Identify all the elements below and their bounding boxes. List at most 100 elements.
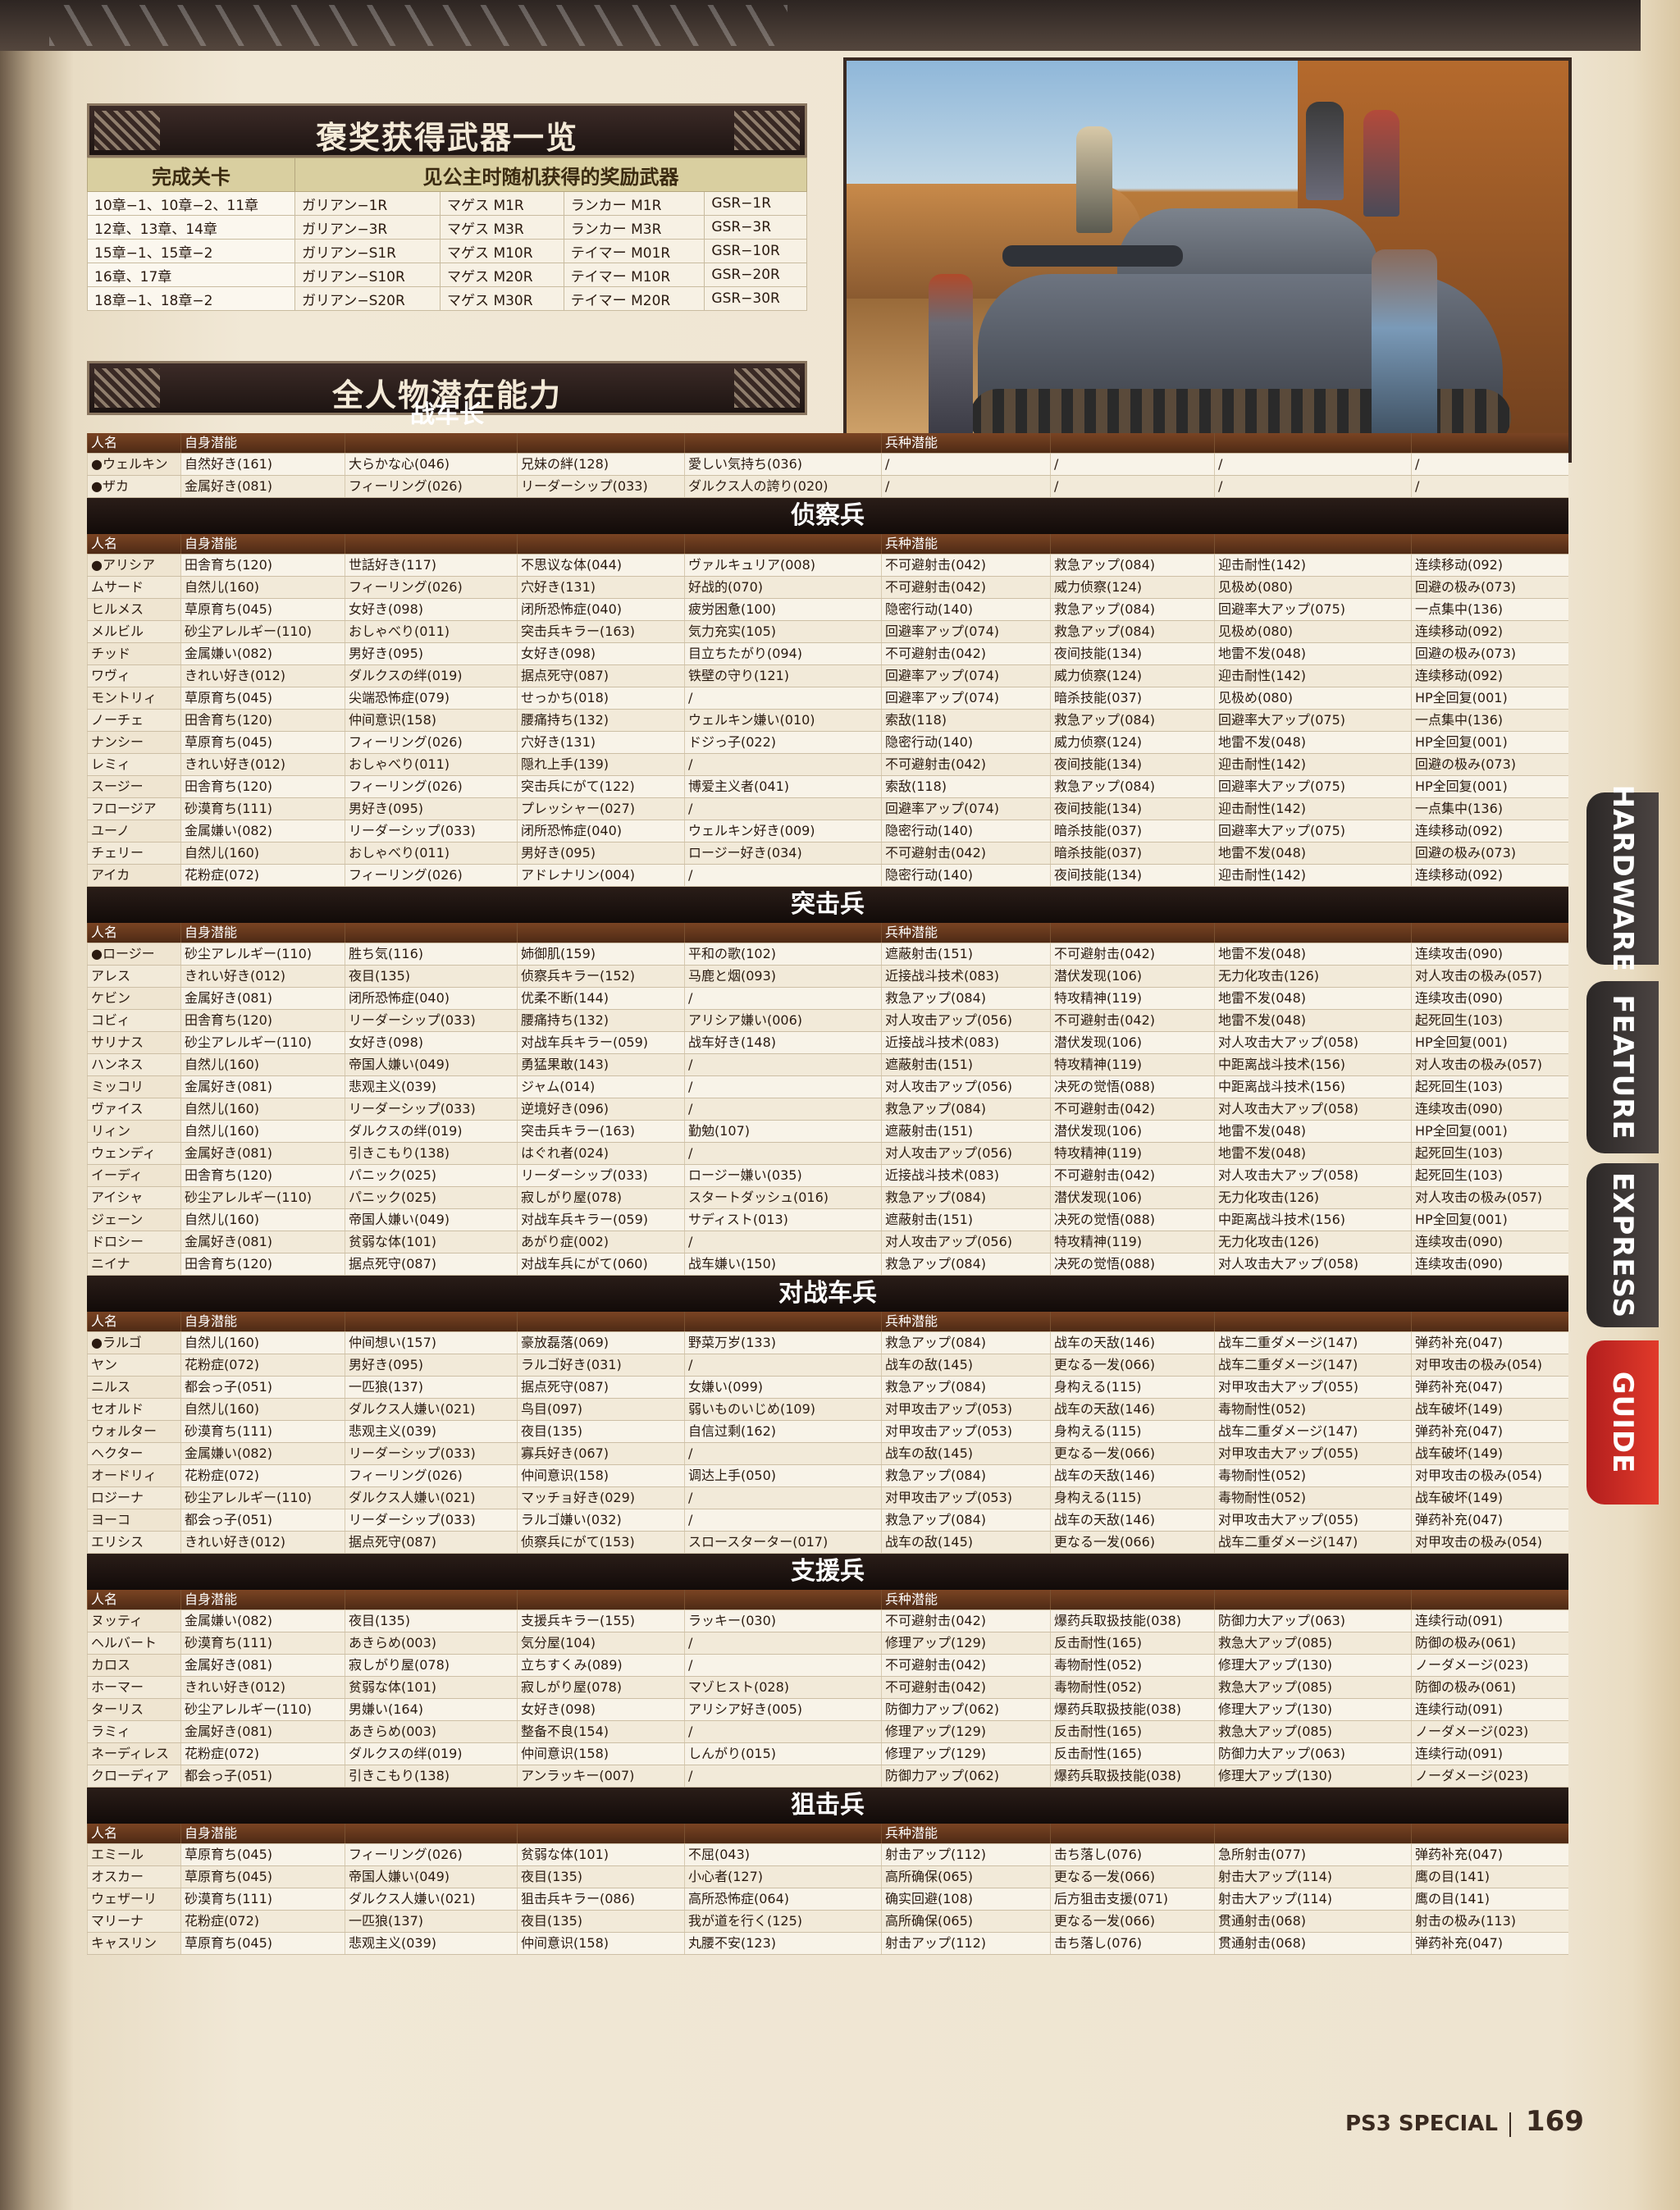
class-potential-cell: 见极め(080) bbox=[1214, 576, 1412, 599]
self-potential-cell: / bbox=[684, 1720, 882, 1743]
self-potential-cell: アリシア好き(005) bbox=[684, 1698, 882, 1721]
self-potential-cell: 侦察兵キラー(152) bbox=[517, 965, 685, 988]
class-potential-cell: 弹药补充(047) bbox=[1411, 1843, 1568, 1866]
class-potential-cell: HP全回复(001) bbox=[1411, 1208, 1568, 1231]
class-potential-cell: 战车の天敌(146) bbox=[1050, 1331, 1215, 1354]
class-potential-cell: 更なる一发(066) bbox=[1050, 1531, 1215, 1554]
character-row: セオルド 自然儿(160) ダルクス人嫌い(021) 鸟目(097) 弱いものいじめ(1… bbox=[87, 1398, 1568, 1421]
self-potential-cell: マッチョ好き(029) bbox=[517, 1486, 685, 1509]
self-potential-cell: 都会っ子(051) bbox=[180, 1765, 345, 1788]
character-row: イーディ 田舎育ち(120) パニック(025) リーダーシップ(033) ロージー嫌い… bbox=[87, 1164, 1568, 1187]
self-potential-cell: 穴好き(131) bbox=[517, 731, 685, 754]
self-potential-cell: / bbox=[684, 1765, 882, 1788]
class-potential-cell: 救急アップ(084) bbox=[881, 1098, 1051, 1121]
character-row: メルビル 砂尘アレルギー(110) おしゃべり(011) 突击兵キラー(163) 気力充… bbox=[87, 620, 1568, 643]
class-table: 人名 自身潜能 兵种潜能 ●ラルゴ 自然儿(160) 仲间想い(157) 豪放磊落(069)… bbox=[87, 1312, 1568, 1554]
self-potential-cell: 金属嫌い(082) bbox=[180, 1610, 345, 1632]
self-potential-cell: あきらめ(003) bbox=[345, 1720, 518, 1743]
class-potential-cell: 不可避射击(042) bbox=[881, 1610, 1051, 1632]
tab-express[interactable]: EXPRESS bbox=[1586, 1163, 1659, 1327]
col-self-header: 自身潜能 bbox=[180, 1312, 345, 1332]
self-potential-cell: 战车好き(148) bbox=[684, 1031, 882, 1054]
self-potential-cell: 突击兵にがて(122) bbox=[517, 775, 685, 798]
class-potential-cell: 反击耐性(165) bbox=[1050, 1742, 1215, 1765]
col-self-header: 自身潜能 bbox=[180, 1824, 345, 1844]
header-cell bbox=[345, 433, 518, 454]
self-potential-cell: 女好き(098) bbox=[517, 1698, 685, 1721]
self-potential-cell: ラルゴ好き(031) bbox=[517, 1354, 685, 1377]
character-name: ●ロージー bbox=[87, 943, 181, 966]
character-name: ロジーナ bbox=[87, 1486, 181, 1509]
character-name: サリナス bbox=[87, 1031, 181, 1054]
self-potential-cell: しんがり(015) bbox=[684, 1742, 882, 1765]
self-potential-cell: 逆境好き(096) bbox=[517, 1098, 685, 1121]
self-potential-cell: 不屈(043) bbox=[684, 1843, 882, 1866]
header-cell bbox=[684, 534, 882, 555]
character-row: ミッコリ 金属好き(081) 悲观主义(039) ジャム(014) / 对人攻击アップ(0… bbox=[87, 1075, 1568, 1098]
self-potential-cell: 砂漠育ち(111) bbox=[180, 1888, 345, 1911]
character-row: カロス 金属好き(081) 寂しがり屋(078) 立ちすくみ(089) / 不可避射击(0… bbox=[87, 1654, 1568, 1677]
col-class-header: 兵种潜能 bbox=[881, 1824, 1051, 1844]
character-name: ヒルメス bbox=[87, 598, 181, 621]
class-potential-cell: 不可避射击(042) bbox=[881, 842, 1051, 865]
class-potential-cell: 爆药兵取扱技能(038) bbox=[1050, 1765, 1215, 1788]
class-potential-cell: 确实回避(108) bbox=[881, 1888, 1051, 1911]
class-potential-cell: 回避の极み(073) bbox=[1411, 842, 1568, 865]
self-potential-cell: 草原育ち(045) bbox=[180, 1843, 345, 1866]
self-potential-cell: 对战车兵にがて(060) bbox=[517, 1253, 685, 1276]
top-banner bbox=[0, 0, 1641, 51]
header-cell bbox=[1411, 923, 1568, 943]
class-potential-cell: 暗杀技能(037) bbox=[1050, 687, 1215, 710]
self-potential-cell: ダルクス人嫌い(021) bbox=[345, 1398, 518, 1421]
character-name: ターリス bbox=[87, 1698, 181, 1721]
self-potential-cell: / bbox=[684, 1098, 882, 1121]
tab-feature[interactable]: FEATURE bbox=[1586, 981, 1659, 1153]
self-potential-cell: 仲间想い(157) bbox=[345, 1331, 518, 1354]
class-potential-cell: 决死の觉悟(088) bbox=[1050, 1253, 1215, 1276]
self-potential-cell: 贫弱な体(101) bbox=[345, 1676, 518, 1699]
character-name: レミィ bbox=[87, 753, 181, 776]
col-name-header: 人名 bbox=[87, 1824, 181, 1844]
tab-guide[interactable]: GUIDE bbox=[1586, 1340, 1659, 1505]
soldier-figure bbox=[1306, 102, 1344, 200]
class-potential-cell: 救急アップ(084) bbox=[1050, 554, 1215, 577]
class-potential-cell: 修理大アップ(130) bbox=[1214, 1698, 1412, 1721]
self-potential-cell: 自然儿(160) bbox=[180, 1120, 345, 1143]
self-potential-cell: / bbox=[684, 1486, 882, 1509]
self-potential-cell: 支援兵キラー(155) bbox=[517, 1610, 685, 1632]
self-potential-cell: 女嫌い(099) bbox=[684, 1376, 882, 1399]
class-potential-cell: 战车の敌(145) bbox=[881, 1442, 1051, 1465]
self-potential-cell: リーダーシップ(033) bbox=[345, 1009, 518, 1032]
class-potential-cell: 对人攻击アップ(056) bbox=[881, 1231, 1051, 1253]
weapon-cell: マゲス M30R bbox=[440, 286, 564, 311]
class-potential-cell: 救急アップ(084) bbox=[881, 1509, 1051, 1532]
class-potential-cell: 对人攻击アップ(056) bbox=[881, 1075, 1051, 1098]
self-potential-cell: パニック(025) bbox=[345, 1186, 518, 1209]
class-potential-cell: 弹药补充(047) bbox=[1411, 1376, 1568, 1399]
self-potential-cell: 寡兵好き(067) bbox=[517, 1442, 685, 1465]
self-potential-cell: 侦察兵にがて(153) bbox=[517, 1531, 685, 1554]
class-potential-cell: 夜间技能(134) bbox=[1050, 753, 1215, 776]
self-potential-cell: 穴好き(131) bbox=[517, 576, 685, 599]
class-potential-cell: 暗杀技能(037) bbox=[1050, 820, 1215, 842]
character-name: ニイナ bbox=[87, 1253, 181, 1276]
class-potential-cell: ノーダメージ(023) bbox=[1411, 1720, 1568, 1743]
class-potential-cell: 隐密行动(140) bbox=[881, 820, 1051, 842]
header-cell bbox=[684, 1312, 882, 1332]
character-row: ヴァイス 自然儿(160) リーダーシップ(033) 逆境好き(096) / 救急アップ(… bbox=[87, 1098, 1568, 1121]
self-potential-cell: / bbox=[684, 1053, 882, 1076]
character-row: リィン 自然儿(160) ダルクスの绊(019) 突击兵キラー(163) 勤勉(107)… bbox=[87, 1120, 1568, 1143]
self-potential-cell: ダルクス人嫌い(021) bbox=[345, 1888, 518, 1911]
character-row: ジェーン 自然儿(160) 帝国人嫌い(049) 对战车兵キラー(059) サディスト(… bbox=[87, 1208, 1568, 1231]
col-class-header: 兵种潜能 bbox=[881, 1312, 1051, 1332]
character-row: ドロシー 金属好き(081) 贫弱な体(101) あがり症(002) / 对人攻击アップ(… bbox=[87, 1231, 1568, 1253]
character-name: ユーノ bbox=[87, 820, 181, 842]
class-potential-cell: 地雷不发(048) bbox=[1214, 987, 1412, 1010]
self-potential-cell: 自然儿(160) bbox=[180, 576, 345, 599]
class-potential-cell: 隐密行动(140) bbox=[881, 864, 1051, 887]
self-potential-cell: あきらめ(003) bbox=[345, 1632, 518, 1655]
class-tables: 战车长 人名 自身潜能 兵种潜能 ●ウェルキン 自然好き(161) 大らかな心(046) 兄妹… bbox=[87, 397, 1568, 1955]
self-potential-cell: アンラッキー(007) bbox=[517, 1765, 685, 1788]
tab-hardware[interactable]: HARDWARE bbox=[1586, 785, 1659, 972]
character-name: ケビン bbox=[87, 987, 181, 1010]
